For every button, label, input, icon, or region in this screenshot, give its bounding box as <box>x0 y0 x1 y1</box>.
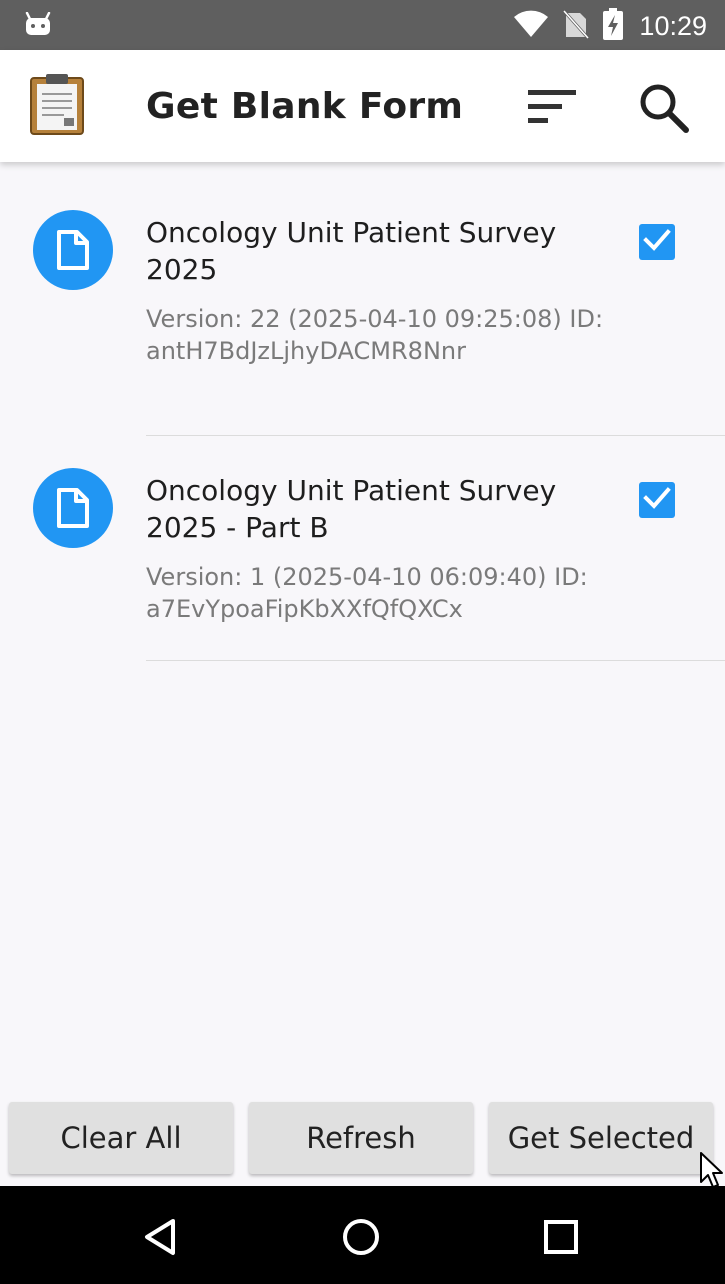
android-icon <box>25 11 51 40</box>
navigation-bar <box>0 1186 725 1284</box>
form-version-id: Version: 1 (2025-04-10 06:09:40) ID: a7E… <box>146 563 588 623</box>
mouse-cursor-icon <box>700 1152 724 1196</box>
wifi-icon <box>513 10 549 42</box>
recents-icon[interactable] <box>536 1212 586 1262</box>
form-title: Oncology Unit Patient Survey 2025 <box>146 216 557 286</box>
checkmark-icon <box>643 487 671 513</box>
search-icon[interactable] <box>632 76 696 140</box>
get-selected-button[interactable]: Get Selected <box>489 1102 713 1174</box>
clock-time: 10:29 <box>639 10 707 41</box>
back-icon[interactable] <box>136 1212 186 1262</box>
document-icon <box>33 468 113 548</box>
divider <box>146 435 725 436</box>
battery-charging-icon <box>603 8 624 44</box>
divider <box>146 660 725 661</box>
home-icon[interactable] <box>336 1212 386 1262</box>
checkmark-icon <box>643 229 671 255</box>
page-title: Get Blank Form <box>146 86 464 127</box>
clear-all-button[interactable]: Clear All <box>9 1102 233 1174</box>
form-checkbox[interactable] <box>639 482 675 518</box>
form-title: Oncology Unit Patient Survey 2025 - Part… <box>146 474 557 544</box>
status-bar: 10:29 <box>0 0 725 50</box>
refresh-button[interactable]: Refresh <box>249 1102 473 1174</box>
sort-icon[interactable] <box>520 80 584 136</box>
document-icon <box>33 210 113 290</box>
form-version-id: Version: 22 (2025-04-10 09:25:08) ID: an… <box>146 305 604 365</box>
no-sim-icon <box>563 9 590 43</box>
action-bar: Clear All Refresh Get Selected <box>0 1098 725 1180</box>
form-checkbox[interactable] <box>639 224 675 260</box>
app-bar: Get Blank Form <box>0 50 725 162</box>
clipboard-logo-icon <box>28 72 86 140</box>
